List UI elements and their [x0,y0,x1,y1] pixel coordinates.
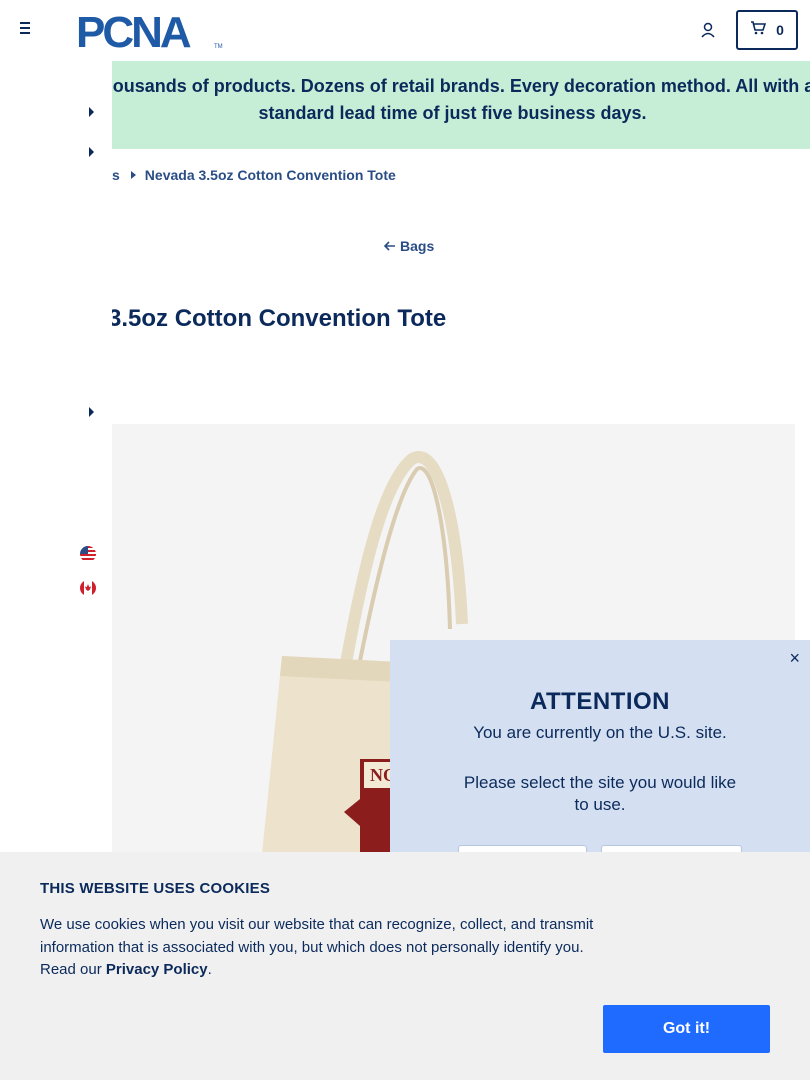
cart-count: 0 [776,22,784,38]
cookie-banner: THIS WEBSITE USES COOKIES We use cookies… [0,852,810,1080]
cookie-title: THIS WEBSITE USES COOKIES [40,880,271,897]
promo-banner: Thousands of products. Dozens of retail … [0,61,810,149]
site-header: PCNA TM 0 [0,0,810,61]
modal-instruction-text: Please select the site you would like to… [463,773,737,814]
pcna-logo[interactable]: PCNA TM [76,8,226,57]
product-title: 3.5oz Cotton Convention Tote [108,305,447,332]
breadcrumb: s Nevada 3.5oz Cotton Convention Tote [100,167,396,183]
svg-text:PCNA: PCNA [76,10,191,52]
menu-expand-caret-icon[interactable] [89,107,94,117]
privacy-policy-link[interactable]: Privacy Policy [106,961,208,978]
menu-expand-caret-icon[interactable] [89,147,94,157]
modal-current-site-text: You are currently on the U.S. site. [473,723,727,742]
breadcrumb-separator-icon [130,171,136,179]
menu-expand-caret-icon[interactable] [89,407,94,417]
close-icon[interactable]: × [789,648,800,669]
breadcrumb-current: Nevada 3.5oz Cotton Convention Tote [144,167,396,183]
canada-flag-icon[interactable] [80,580,96,596]
back-to-category-link[interactable]: Bags [383,238,435,254]
arrow-left-icon [383,238,396,254]
cart-button[interactable]: 0 [736,10,798,50]
account-icon[interactable] [699,21,717,39]
cart-icon [750,20,767,40]
us-flag-icon[interactable] [80,546,96,562]
modal-title: ATTENTION [529,688,671,715]
site-selection-modal: × ATTENTION You are currently on the U.S… [390,640,810,885]
back-link-label: Bags [400,238,435,254]
cookie-text: We use cookies when you visit our websit… [40,916,594,978]
hamburger-menu-icon[interactable] [20,22,36,38]
accept-cookies-button[interactable]: Got it! [603,1005,770,1053]
side-menu-panel [0,61,112,852]
promo-text: Thousands of products. Dozens of retail … [90,76,810,123]
breadcrumb-link[interactable]: s [112,167,120,183]
svg-text:TM: TM [214,44,223,50]
